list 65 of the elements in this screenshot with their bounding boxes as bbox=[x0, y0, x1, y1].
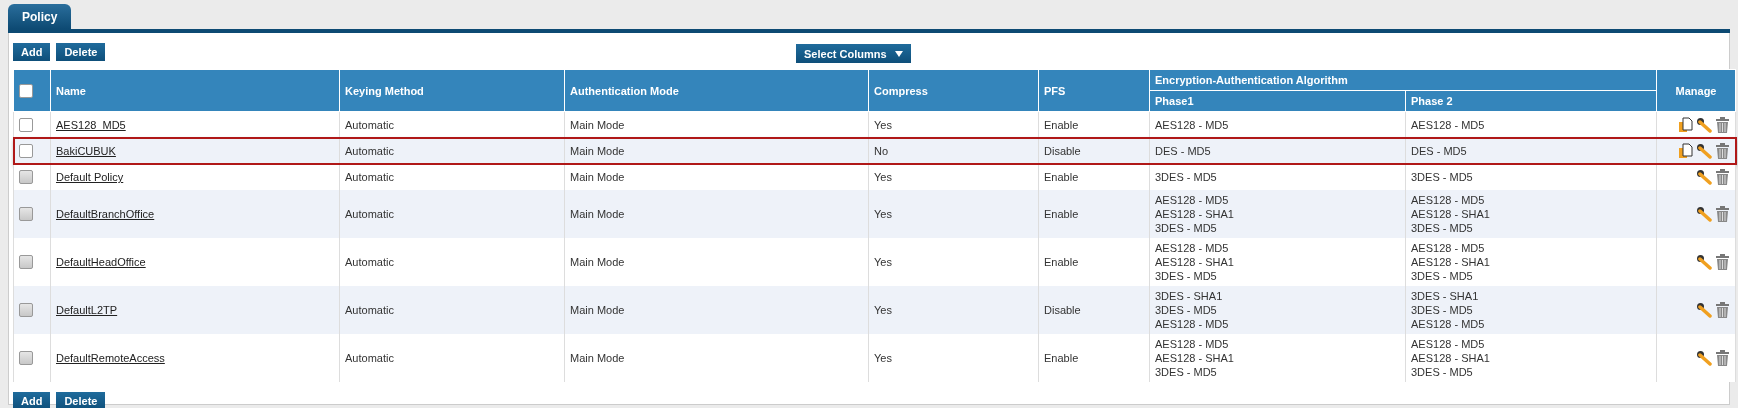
algorithm-text: AES128 - MD5 bbox=[1155, 118, 1230, 132]
algorithm-text: DES - MD5 bbox=[1411, 144, 1468, 158]
algorithm-text: AES128 - MD5 bbox=[1411, 317, 1486, 331]
delete-button[interactable]: Delete bbox=[56, 43, 106, 61]
caret-icon bbox=[894, 50, 903, 57]
algorithm-text: 3DES - MD5 bbox=[1155, 365, 1218, 379]
policy-name-link[interactable]: AES128_MD5 bbox=[56, 119, 126, 131]
algorithm-text: AES128 - MD5 bbox=[1155, 337, 1230, 351]
column-header: Name bbox=[50, 69, 340, 112]
column-header: PFS bbox=[1038, 69, 1150, 112]
algorithm-text: 3DES - MD5 bbox=[1155, 170, 1218, 184]
column-header: Phase1 bbox=[1149, 90, 1406, 112]
algorithm-text: 3DES - MD5 bbox=[1155, 269, 1218, 283]
row-checkbox[interactable] bbox=[19, 118, 33, 133]
table-cell: Automatic bbox=[339, 138, 565, 164]
column-header: Phase 2 bbox=[1405, 90, 1657, 112]
table-cell: Yes bbox=[868, 334, 1039, 382]
column-header: Manage bbox=[1656, 69, 1736, 112]
select-columns-button[interactable]: Select Columns bbox=[796, 44, 911, 63]
wrench-icon[interactable] bbox=[1696, 143, 1712, 159]
algorithm-text: 3DES - SHA1 bbox=[1155, 289, 1224, 303]
algorithm-text: AES128 - MD5 bbox=[1411, 193, 1486, 207]
algorithm-text: 3DES - MD5 bbox=[1411, 170, 1474, 184]
select-all-checkbox[interactable] bbox=[19, 83, 33, 98]
algorithm-text: AES128 - SHA1 bbox=[1155, 351, 1235, 365]
algorithm-text: 3DES - MD5 bbox=[1411, 303, 1474, 317]
table-cell: No bbox=[868, 138, 1039, 164]
column-header: Encryption-Authentication Algorithm bbox=[1149, 69, 1657, 91]
algorithm-text: AES128 - SHA1 bbox=[1155, 255, 1235, 269]
policy-tab[interactable]: Policy bbox=[8, 4, 72, 29]
table-cell: Disable bbox=[1038, 138, 1150, 164]
policy-name-link[interactable]: BakiCUBUK bbox=[56, 145, 116, 157]
algorithm-text: AES128 - MD5 bbox=[1155, 193, 1230, 207]
wrench-icon[interactable] bbox=[1696, 117, 1712, 133]
column-header: Compress bbox=[868, 69, 1039, 112]
column-header: Keying Method bbox=[339, 69, 565, 112]
algorithm-text: AES128 - SHA1 bbox=[1411, 255, 1491, 269]
table-cell: Enable bbox=[1038, 334, 1150, 382]
algorithm-text: DES - MD5 bbox=[1155, 144, 1212, 158]
algorithm-text: AES128 - MD5 bbox=[1411, 337, 1486, 351]
algorithm-text: AES128 - SHA1 bbox=[1411, 207, 1491, 221]
add-button[interactable]: Add bbox=[13, 392, 51, 408]
algorithm-text: AES128 - MD5 bbox=[1411, 118, 1486, 132]
table-cell: Automatic bbox=[339, 334, 565, 382]
algorithm-text: 3DES - MD5 bbox=[1411, 269, 1474, 283]
algorithm-text: AES128 - MD5 bbox=[1155, 241, 1230, 255]
trash-icon[interactable] bbox=[1715, 117, 1730, 133]
algorithm-text: AES128 - SHA1 bbox=[1411, 351, 1491, 365]
table-cell: Main Mode bbox=[564, 138, 869, 164]
algorithm-text: 3DES - MD5 bbox=[1411, 365, 1474, 379]
algorithm-text: 3DES - SHA1 bbox=[1411, 289, 1480, 303]
algorithm-text: AES128 - MD5 bbox=[1411, 241, 1486, 255]
table-cell: Main Mode bbox=[564, 334, 869, 382]
algorithm-text: 3DES - MD5 bbox=[1411, 221, 1474, 235]
copy-icon[interactable] bbox=[1679, 143, 1693, 159]
column-header: Authentication Mode bbox=[564, 69, 869, 112]
algorithm-text: AES128 - MD5 bbox=[1155, 317, 1230, 331]
algorithm-text: 3DES - MD5 bbox=[1155, 221, 1218, 235]
delete-button[interactable]: Delete bbox=[56, 392, 106, 408]
row-checkbox[interactable] bbox=[19, 144, 33, 159]
add-button[interactable]: Add bbox=[13, 43, 51, 61]
copy-icon[interactable] bbox=[1679, 117, 1693, 133]
trash-icon[interactable] bbox=[1715, 143, 1730, 159]
algorithm-text: 3DES - MD5 bbox=[1155, 303, 1218, 317]
algorithm-text: AES128 - SHA1 bbox=[1155, 207, 1235, 221]
